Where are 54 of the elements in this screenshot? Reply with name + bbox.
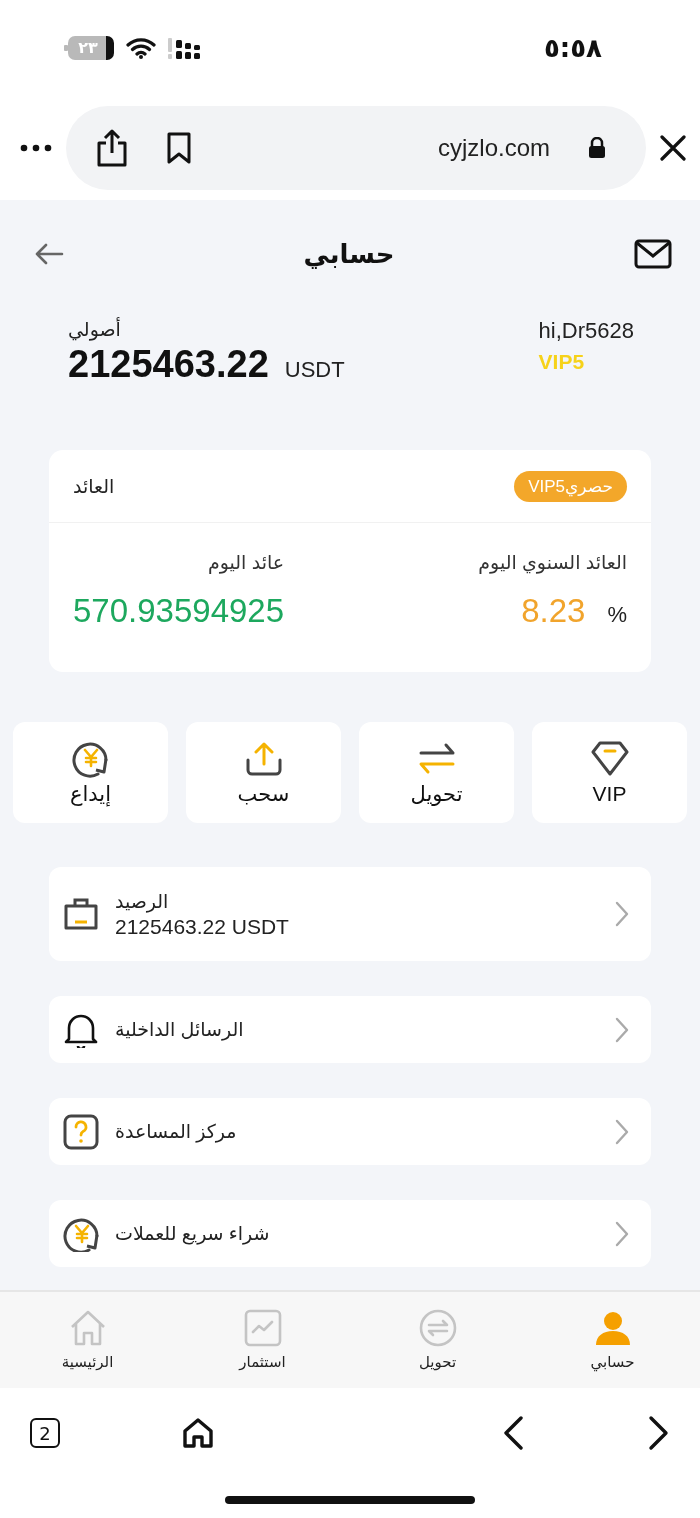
lock-icon [588, 136, 606, 159]
chevron-right-icon [615, 1118, 629, 1145]
url-text: cyjzlo.com [437, 133, 550, 162]
tab[interactable]: الرئيسية [0, 1292, 175, 1388]
annual-yield-value: 8.23 [521, 592, 586, 630]
mail-icon[interactable] [634, 239, 672, 269]
clock-time: ٥:٥٨ [544, 32, 602, 63]
share-icon[interactable] [96, 128, 128, 167]
menu-item-value: 2125463.22 USDT [115, 914, 289, 939]
more-icon[interactable] [20, 143, 52, 152]
bag-icon [63, 896, 99, 932]
home-icon[interactable] [182, 1417, 214, 1449]
action-button[interactable]: تحويل [359, 722, 514, 823]
vip-level: VIP5 [538, 350, 585, 374]
page-title: حسابي [303, 238, 395, 270]
diamond-icon [590, 739, 629, 778]
today-earnings-value: 570.93594925 [73, 592, 285, 630]
vip-badge: حصريVIP5 [514, 470, 627, 502]
action-button[interactable]: VIP [532, 722, 687, 823]
action-button[interactable]: إيداع [13, 722, 168, 823]
annual-yield-label: العائد السنوي اليوم [478, 551, 627, 574]
back-arrow-icon[interactable] [34, 243, 64, 265]
forward-icon[interactable] [648, 1415, 670, 1451]
close-icon[interactable] [660, 134, 686, 161]
address-bar[interactable]: cyjzlo.com [66, 105, 646, 190]
menu-item-title: مركز المساعدة [115, 1120, 237, 1143]
currency-unit: USDT [284, 357, 345, 383]
card-title: العائد [73, 474, 115, 498]
user-greeting: hi,Dr5628 [538, 318, 634, 344]
percent-sign: % [607, 602, 627, 628]
tab[interactable]: استثمار [175, 1292, 350, 1388]
tab[interactable]: تحويل [350, 1292, 525, 1388]
bookmark-icon[interactable] [166, 131, 192, 164]
back-icon[interactable] [502, 1415, 524, 1451]
tab-count-button[interactable]: 2 [30, 1418, 60, 1448]
chevron-right-icon [615, 901, 629, 927]
action-button[interactable]: سحب [186, 722, 341, 823]
person-icon [593, 1309, 632, 1347]
menu-item-title: الرسائل الداخلية [115, 1018, 244, 1041]
wifi-icon [126, 36, 156, 59]
menu-item[interactable]: الرسائل الداخلية [49, 996, 651, 1063]
menu-item-title: الرصيد [115, 889, 169, 913]
menu-item[interactable]: شراء سريع للعملات [49, 1200, 651, 1267]
exchange-icon [418, 1309, 457, 1347]
tab[interactable]: حسابي [525, 1292, 700, 1388]
assets-amount: 2125463.22 [68, 343, 269, 386]
chevron-right-icon [615, 1016, 629, 1043]
today-earnings-label: عائد اليوم [207, 551, 285, 574]
help-icon [63, 1113, 99, 1150]
chevron-right-icon [615, 1220, 629, 1247]
assets-label: أصولي [68, 319, 121, 340]
chart-icon [243, 1309, 282, 1347]
menu-item-title: شراء سريع للعملات [115, 1222, 270, 1245]
menu-item[interactable]: مركز المساعدة [49, 1098, 651, 1165]
